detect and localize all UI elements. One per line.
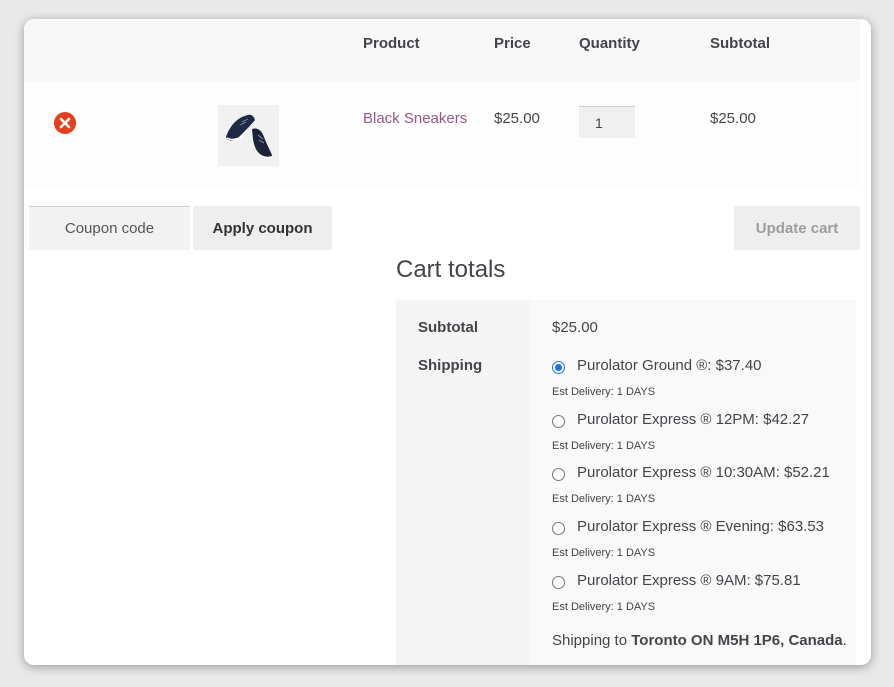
coupon-code-input[interactable] — [29, 206, 190, 250]
totals-shipping-label: Shipping — [418, 357, 483, 374]
product-link-black-sneakers[interactable]: Black Sneakers — [363, 110, 467, 127]
header-subtotal: Subtotal — [710, 35, 770, 52]
shipping-option-est: Est Delivery: 1 DAYS — [552, 493, 656, 505]
shipping-option-est: Est Delivery: 1 DAYS — [552, 440, 656, 452]
totals-subtotal-value: $25.00 — [552, 319, 598, 336]
cart-page: Product Price Quantity Subtotal Black Sn… — [24, 19, 871, 665]
shipping-option-est: Est Delivery: 1 DAYS — [552, 386, 656, 398]
shipping-radio-express-1030am[interactable] — [552, 468, 565, 481]
shipping-option-label[interactable]: Purolator Express ® Evening: $63.53 — [577, 518, 824, 535]
shipping-to-prefix: Shipping to — [552, 632, 632, 649]
shipping-option-express-9am[interactable]: Purolator Express ® 9AM: $75.81 Est Deli… — [552, 572, 852, 624]
cart-totals-label-column — [396, 300, 530, 665]
shipping-option-label[interactable]: Purolator Ground ®: $37.40 — [577, 357, 762, 374]
quantity-input[interactable] — [579, 106, 635, 138]
sneakers-thumbnail-icon[interactable] — [218, 105, 279, 166]
shipping-to-suffix: . — [842, 632, 847, 649]
item-subtotal: $25.00 — [710, 110, 756, 127]
shipping-option-label[interactable]: Purolator Express ® 10:30AM: $52.21 — [577, 464, 830, 481]
shipping-radio-ground[interactable] — [552, 361, 565, 374]
header-quantity: Quantity — [579, 35, 640, 52]
shipping-option-ground[interactable]: Purolator Ground ®: $37.40 Est Delivery:… — [552, 357, 852, 409]
shipping-radio-express-9am[interactable] — [552, 576, 565, 589]
cart-item-row — [24, 81, 860, 188]
header-product: Product — [363, 35, 420, 52]
shipping-option-express-12pm[interactable]: Purolator Express ® 12PM: $42.27 Est Del… — [552, 411, 852, 463]
cart-totals-title: Cart totals — [396, 256, 506, 283]
header-price: Price — [494, 35, 531, 52]
shipping-destination: Shipping to Toronto ON M5H 1P6, Canada. — [552, 632, 847, 649]
shipping-option-express-1030am[interactable]: Purolator Express ® 10:30AM: $52.21 Est … — [552, 464, 852, 516]
shipping-option-est: Est Delivery: 1 DAYS — [552, 601, 656, 613]
item-price: $25.00 — [494, 110, 540, 127]
shipping-destination-address: Toronto ON M5H 1P6, Canada — [631, 632, 843, 649]
shipping-radio-express-12pm[interactable] — [552, 415, 565, 428]
apply-coupon-button[interactable]: Apply coupon — [193, 206, 332, 250]
shipping-option-est: Est Delivery: 1 DAYS — [552, 547, 656, 559]
shipping-radio-express-evening[interactable] — [552, 522, 565, 535]
totals-subtotal-label: Subtotal — [418, 319, 478, 336]
cart-table-header: Product Price Quantity Subtotal — [24, 19, 860, 81]
shipping-option-express-evening[interactable]: Purolator Express ® Evening: $63.53 Est … — [552, 518, 852, 570]
shipping-option-label[interactable]: Purolator Express ® 9AM: $75.81 — [577, 572, 801, 589]
update-cart-button[interactable]: Update cart — [734, 206, 860, 250]
remove-item-icon[interactable] — [54, 112, 76, 134]
shipping-option-label[interactable]: Purolator Express ® 12PM: $42.27 — [577, 411, 809, 428]
